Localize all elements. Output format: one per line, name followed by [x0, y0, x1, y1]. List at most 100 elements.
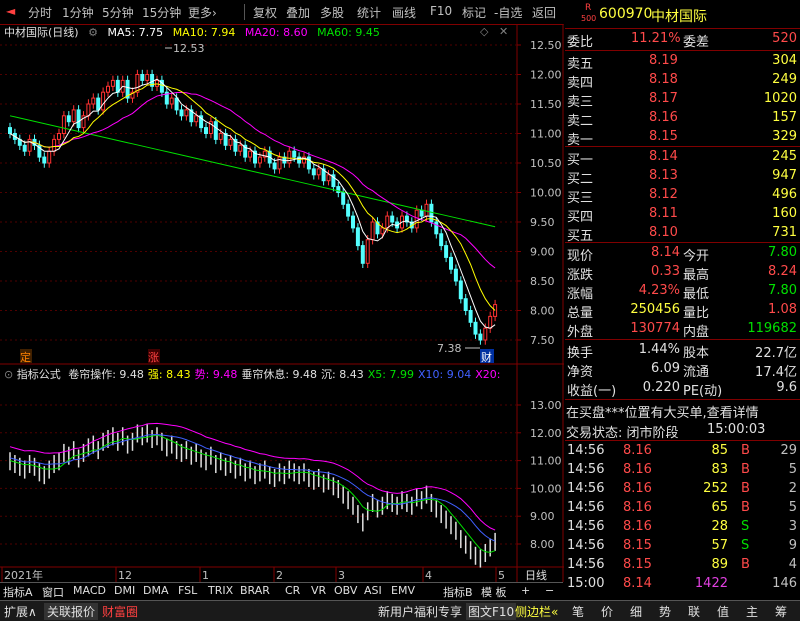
side-tab-2[interactable]: 细 — [630, 603, 642, 620]
candle-body — [155, 79, 159, 87]
tool-fanhui[interactable]: 返回 — [532, 4, 556, 21]
fin-row: 换手 1.44% 股本 22.7亿 — [567, 342, 797, 361]
tag-zhang[interactable]: 涨 — [148, 351, 159, 364]
tab-14[interactable]: 模 板 — [481, 584, 507, 600]
indicator-item: 强: 8.43 — [147, 368, 191, 380]
indicator-tabs: 指标A 窗口 MACD DMI DMA FSL TRIX BRAR CR VR OBV ASI EMV 指… — [0, 582, 563, 600]
side-tab-4[interactable]: 联 — [688, 603, 700, 620]
asks-row[interactable]: 卖二 8.16 157 — [565, 109, 800, 129]
tab-1[interactable]: 窗口 — [42, 584, 64, 600]
price-axis-label: 10.00 — [530, 187, 562, 200]
tool-zixuan[interactable]: -自选 — [494, 4, 522, 21]
side-tab-5[interactable]: 值 — [717, 603, 729, 620]
tab-4[interactable]: DMA — [143, 584, 169, 597]
candle-body — [213, 121, 218, 140]
tab-9[interactable]: VR — [311, 584, 326, 597]
status-expand[interactable]: 扩展∧ — [4, 603, 37, 620]
indicator-axis-label: 10.00 — [530, 482, 562, 495]
candle-body — [42, 156, 47, 164]
tool-biaoji[interactable]: 标记 — [462, 4, 486, 21]
tab-10[interactable]: OBV — [334, 584, 357, 597]
stat-row: 涨幅 4.23% 最低 7.80 — [567, 283, 797, 302]
candle-body — [47, 150, 52, 164]
bids-row[interactable]: 买五 8.10 731 — [565, 224, 800, 244]
indicator-toggle-icon[interactable]: ⊙ — [4, 368, 13, 380]
tab-12[interactable]: EMV — [391, 584, 415, 597]
tab-13[interactable]: 指标B — [443, 584, 473, 600]
candle-body — [106, 85, 110, 93]
indicator-axis-label: 11.00 — [530, 455, 562, 468]
side-tab-6[interactable]: 主 — [746, 603, 758, 620]
side-tab-0[interactable]: 笔 — [572, 603, 584, 620]
asks-row[interactable]: 卖一 8.15 329 — [565, 128, 800, 148]
tool-5min[interactable]: 5分钟 — [102, 4, 134, 21]
tab-2[interactable]: MACD — [73, 584, 106, 597]
tool-diejia[interactable]: 叠加 — [286, 4, 310, 21]
candle-body — [419, 209, 424, 217]
tab-7[interactable]: BRAR — [240, 584, 270, 597]
x-axis-label: 12 — [118, 569, 132, 582]
x-axis-label: 5 — [498, 569, 505, 582]
tool-more[interactable]: 更多› — [188, 4, 217, 21]
bids-row[interactable]: 买一 8.14 245 — [565, 148, 800, 168]
stat-row: 涨跌 0.33 最高 8.24 — [567, 264, 797, 283]
side-tab-3[interactable]: 势 — [659, 603, 671, 620]
x-axis-label: 4 — [425, 569, 432, 582]
candle-body — [257, 156, 262, 164]
price-axis-label: 8.50 — [530, 275, 555, 288]
tab-3[interactable]: DMI — [114, 584, 135, 597]
candle-body — [370, 221, 375, 241]
bids-row[interactable]: 买四 8.11 160 — [565, 205, 800, 225]
asks-row[interactable]: 卖四 8.18 249 — [565, 71, 800, 91]
weibi-row: 委比 11.21% 委差 520 — [567, 31, 797, 50]
toolbar-arrow-icon[interactable]: ◄ — [6, 4, 15, 18]
bids-row[interactable]: 买二 8.13 947 — [565, 167, 800, 187]
candle-body — [277, 156, 282, 170]
x-axis-label: 2021年 — [4, 568, 43, 582]
tab-16[interactable]: − — [545, 584, 554, 597]
side-tab-1[interactable]: 价 — [601, 603, 613, 620]
candle-body — [22, 144, 27, 152]
candle-body — [71, 109, 76, 123]
tag-cai[interactable]: 财 — [481, 350, 492, 364]
indicator-axis-label: 8.00 — [530, 538, 555, 551]
asks-row[interactable]: 卖三 8.17 1020 — [565, 90, 800, 110]
indicator-name[interactable]: 指标公式 — [17, 368, 61, 380]
notice-row[interactable]: 在买盘***位置有大买单,查看详情 — [565, 401, 800, 421]
asks-row[interactable]: 卖五 8.19 304 — [565, 52, 800, 72]
ma60-line — [9, 115, 496, 228]
status-f10[interactable]: 图文F10 — [466, 603, 517, 620]
status-related[interactable]: 关联报价 — [44, 603, 99, 620]
indicator-axis-label: 13.00 — [530, 399, 562, 412]
status-fortune[interactable]: 财富圈 — [102, 603, 138, 620]
status-newuser[interactable]: 新用户福利专享 — [378, 603, 462, 620]
tool-fuquan[interactable]: 复权 — [253, 4, 277, 21]
candle-body — [272, 162, 277, 170]
tool-huaxian[interactable]: 画线 — [392, 4, 416, 21]
fin-row: 净资 6.09 流通 17.4亿 — [567, 361, 797, 380]
tool-tongji[interactable]: 统计 — [357, 4, 381, 21]
candle-body — [326, 174, 331, 182]
quote-header: R 500 600970 中材国际 — [565, 0, 800, 28]
tab-5[interactable]: FSL — [178, 584, 197, 597]
tick-row: 14:56 8.15 89 B 4 — [567, 557, 797, 572]
tool-1min[interactable]: 1分钟 — [62, 4, 94, 21]
tab-8[interactable]: CR — [285, 584, 300, 597]
tool-15min[interactable]: 15分钟 — [142, 4, 181, 21]
tab-11[interactable]: ASI — [364, 584, 382, 597]
tab-15[interactable]: + — [521, 584, 530, 597]
kline-chart: 12.50 12.00 11.50 11.00 10.50 10.00 9.50 9.00 8.… — [0, 24, 564, 582]
tag-ding[interactable]: 定 — [20, 350, 31, 364]
tab-6[interactable]: TRIX — [208, 584, 233, 597]
status-bar: 扩展∧ 关联报价 财富圈 新用户福利专享 图文F10 侧边栏« 笔价细势联值主筹 — [0, 600, 800, 621]
price-axis-label: 11.50 — [530, 98, 562, 111]
tab-0[interactable]: 指标A — [3, 584, 33, 600]
tool-f10[interactable]: F10 — [430, 4, 452, 18]
tool-duogu[interactable]: 多股 — [320, 4, 344, 21]
status-sidebar[interactable]: 侧边栏« — [515, 603, 558, 620]
candle-body — [444, 245, 449, 258]
tool-fenshi[interactable]: 分时 — [28, 4, 52, 21]
bids-row[interactable]: 买三 8.12 496 — [565, 186, 800, 206]
side-tab-7[interactable]: 筹 — [775, 603, 787, 620]
indicator-axis-label: 12.00 — [530, 427, 562, 440]
